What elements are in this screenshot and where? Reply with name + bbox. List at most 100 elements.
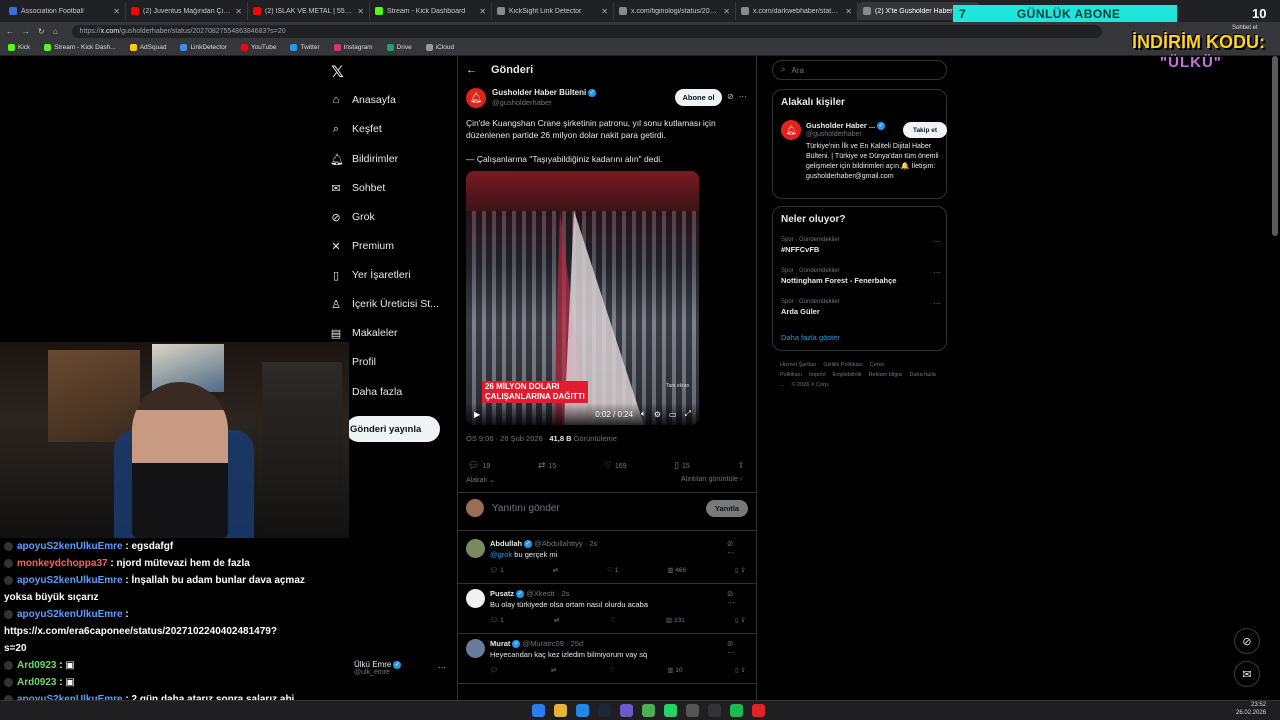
footer-link[interactable]: Gizlilik Politikası (823, 362, 862, 368)
chat-username[interactable]: apoyuS2kenUlkuEmre (17, 541, 123, 552)
settings-icon[interactable]: ⚙ (654, 410, 661, 419)
nav-item-bookmarks[interactable]: ▯ Yer İşaretleri (330, 265, 411, 285)
browser-tab[interactable]: (2) Juventus Mağından Çıkarılması ✕ (126, 2, 248, 20)
nav-item-grok[interactable]: ⊘ Grok (330, 207, 374, 227)
footer-link[interactable]: Erişilebilirlik (833, 372, 862, 378)
bookmark-item[interactable]: Kick (8, 44, 30, 51)
steam-icon[interactable] (598, 704, 611, 717)
bookmark-action[interactable]: ▯ 15 (674, 460, 690, 471)
bookmark-item[interactable]: YouTube (240, 44, 276, 51)
browser-tab[interactable]: Stream - Kick Dashboard ✕ (370, 2, 492, 20)
play-icon[interactable]: ▶ (474, 410, 480, 419)
nav-item-notifications[interactable]: 🔔︎ Bildirimler (330, 149, 398, 169)
more-icon[interactable]: ⋯ (438, 663, 446, 672)
repost-action[interactable]: ⇄ 15 (538, 460, 556, 471)
post-button[interactable]: Gönderi yayınla (346, 416, 440, 442)
browser-tab[interactable]: Association Football ✕ (4, 2, 126, 20)
url-field[interactable]: https://x.com/gusholderhaber/status/2027… (71, 24, 1102, 38)
bookmark-icon[interactable]: ▯ ⇪ (735, 666, 746, 674)
post-author[interactable]: 🔔︎ Gusholder Haber Bülteni ✓ @gusholderha… (466, 88, 597, 108)
chat-username[interactable]: apoyuS2kenUlkuEmre (17, 575, 123, 586)
browser-tab[interactable]: x.com/darkwebhaber/status/2026... ✕ (736, 2, 858, 20)
bookmark-item[interactable]: LinkDetector (180, 44, 227, 51)
chat-username[interactable]: apoyuS2kenUlkuEmre (17, 609, 123, 620)
chat-username[interactable]: Ard0923 (17, 660, 56, 671)
app-icon[interactable] (686, 704, 699, 717)
reply-action[interactable]: 💬︎ 19 (468, 460, 490, 471)
bookmark-item[interactable]: Stream - Kick Dash... (44, 44, 116, 51)
nav-item-premium[interactable]: ✕ Premium (330, 236, 394, 256)
system-clock[interactable]: 23:52 26.02.2026 (1236, 701, 1266, 717)
chat-username[interactable]: monkeydchoppa37 (17, 558, 108, 569)
discord-icon[interactable] (620, 704, 633, 717)
forward-icon[interactable]: → (22, 27, 30, 36)
close-tab-icon[interactable]: ✕ (357, 7, 364, 16)
heart-action[interactable]: ♡ (609, 666, 615, 674)
follow-button[interactable]: Takip et (903, 122, 947, 138)
app-icon[interactable] (708, 704, 721, 717)
search-input[interactable]: ⌕ Ara (772, 60, 947, 80)
post-video[interactable]: 26 MİLYON DOLARI ÇALIŞANLARINA DAĞITTI T… (466, 171, 699, 425)
views-action[interactable]: ▥ 466 (667, 566, 686, 574)
close-tab-icon[interactable]: ✕ (235, 7, 242, 16)
close-tab-icon[interactable]: ✕ (845, 7, 852, 16)
close-tab-icon[interactable]: ✕ (723, 7, 730, 16)
reply-more-icon[interactable]: ⊘ ⋯ (727, 639, 750, 657)
reply-more-icon[interactable]: ⊘ ⋯ (727, 589, 750, 607)
start-icon[interactable] (532, 704, 545, 717)
volume-icon[interactable]: 🔈︎ (641, 409, 646, 419)
heart-action[interactable]: ♡ 1 (607, 566, 618, 574)
browser-tab[interactable]: (2) İSLAK VE METAL | 55 Odaris | M... ✕ (248, 2, 370, 20)
trend-more-icon[interactable]: ⋯ (933, 268, 941, 277)
show-more-link[interactable]: Daha fazla göster (781, 333, 840, 342)
footer-link[interactable]: © 2026 X Corp. (792, 382, 830, 388)
reply-action[interactable]: 💬︎ 1 (490, 616, 504, 624)
reload-icon[interactable]: ↻ (38, 27, 45, 36)
whatsapp-icon[interactable] (664, 704, 677, 717)
bookmark-icon[interactable]: ▯ ⇪ (735, 616, 746, 624)
browser-tab[interactable]: x.com/tiginologi/status/202676355... ✕ (614, 2, 736, 20)
reply-action[interactable]: 💬︎ (490, 666, 498, 674)
bookmark-icon[interactable]: ▯ ⇪ (735, 566, 746, 574)
view-quotes-link[interactable]: Alıntıları görüntüle › (681, 476, 742, 483)
repost-action[interactable]: ⇄ (554, 616, 559, 624)
mention-link[interactable]: @grok (490, 550, 512, 559)
bookmark-item[interactable]: Instagram (333, 44, 373, 51)
x-logo-icon[interactable]: 𝕏 (331, 62, 344, 82)
reply-action[interactable]: 💬︎ 1 (490, 566, 504, 574)
explorer-icon[interactable] (554, 704, 567, 717)
close-tab-icon[interactable]: ✕ (113, 7, 120, 16)
share-action[interactable]: ⇪ (737, 460, 748, 471)
footer-link[interactable]: Hizmet Şartları (780, 362, 816, 368)
sort-dropdown[interactable]: Alakalı ⌄ (466, 476, 495, 484)
spotify-icon[interactable] (730, 704, 743, 717)
messages-fab-icon[interactable]: ✉ (1234, 661, 1260, 687)
close-tab-icon[interactable]: ✕ (601, 7, 608, 16)
bookmark-item[interactable]: Drive (386, 44, 412, 51)
reply-more-icon[interactable]: ⊘ ⋯ (727, 539, 750, 557)
back-arrow-icon[interactable]: ← (466, 64, 477, 76)
repost-action[interactable]: ⇄ (551, 666, 556, 674)
chrome-icon[interactable] (642, 704, 655, 717)
nav-item-home[interactable]: ⌂ Anasayfa (330, 90, 396, 110)
back-icon[interactable]: ← (6, 27, 14, 36)
reply-button[interactable]: Yanıtla (706, 500, 748, 517)
bookmark-item[interactable]: Twitter (290, 44, 320, 51)
fullscreen-icon[interactable]: ⤢ (685, 409, 691, 419)
subscribe-button[interactable]: Abone ol (675, 89, 722, 106)
heart-action[interactable]: ♡ (610, 616, 616, 624)
chat-username[interactable]: Ard0923 (17, 677, 56, 688)
views-action[interactable]: ▥ 10 (667, 666, 682, 674)
trend-item[interactable]: Spor · Gündemdekiler #NFFCvFB ⋯ (781, 237, 941, 254)
footer-link[interactable]: Imprint (809, 372, 826, 378)
views-action[interactable]: ▥ 131 (666, 616, 685, 624)
home-icon[interactable]: ⌂ (53, 27, 58, 36)
nav-item-articles[interactable]: ▤ Makaleler (330, 323, 398, 343)
reply-input[interactable]: Yanıtını gönder (492, 503, 560, 514)
bookmark-item[interactable]: AdSquad (129, 44, 166, 51)
grok-fab-icon[interactable]: ⊘ (1234, 628, 1260, 654)
close-tab-icon[interactable]: ✕ (479, 7, 486, 16)
grok-icon[interactable]: ⊘ (727, 92, 739, 101)
scrollbar[interactable] (1272, 56, 1278, 236)
trend-item[interactable]: Spor · Gündemdekiler Arda Güler ⋯ (781, 299, 941, 316)
